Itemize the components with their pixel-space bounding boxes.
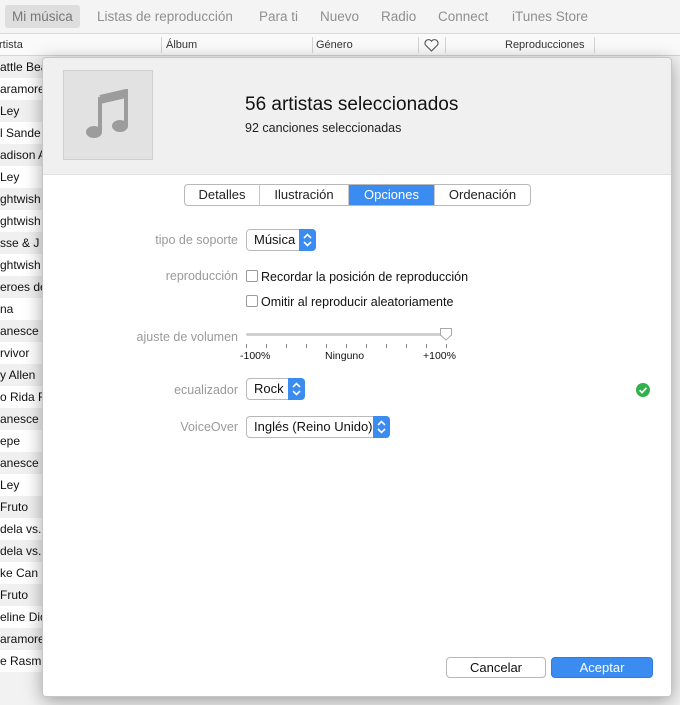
table-row[interactable]: eline Dic [0, 606, 44, 628]
playback-label: reproducción [165, 269, 238, 283]
media-kind-value: Música [254, 232, 296, 247]
volume-tick [446, 344, 447, 348]
column-divider[interactable] [161, 37, 162, 53]
ok-button[interactable]: Aceptar [551, 657, 653, 678]
volume-slider-knob[interactable] [439, 327, 453, 341]
check-circle-icon [636, 383, 650, 397]
volume-tick [346, 344, 347, 348]
column-divider[interactable] [312, 37, 313, 53]
column-divider[interactable] [418, 37, 419, 53]
tab-sorting[interactable]: Ordenación [435, 185, 530, 205]
media-kind-popup[interactable]: Música [246, 229, 316, 251]
equalizer-value: Rock [254, 381, 284, 396]
dialog-body: Detalles Ilustración Opciones Ordenación… [43, 174, 671, 696]
artwork-placeholder[interactable] [63, 70, 153, 160]
nav-playlists[interactable]: Listas de reproducción [90, 5, 240, 28]
chevron-updown-icon [373, 416, 390, 438]
heart-icon[interactable] [424, 38, 439, 52]
volume-tick [286, 344, 287, 348]
dialog-title: 56 artistas seleccionados [245, 94, 459, 115]
volume-tick [366, 344, 367, 348]
voiceover-value: Inglés (Reino Unido) [254, 419, 373, 434]
table-row[interactable]: Ley [0, 474, 44, 496]
table-row[interactable]: Ley [0, 100, 44, 122]
table-row[interactable]: attle Bea [0, 56, 44, 78]
table-row[interactable]: ghtwish [0, 210, 44, 232]
nav-for-you[interactable]: Para ti [252, 5, 305, 28]
get-info-dialog: 56 artistas seleccionados 92 canciones s… [42, 57, 672, 697]
column-album[interactable]: Álbum [166, 34, 197, 56]
remember-position-checkbox[interactable] [246, 270, 258, 282]
table-row[interactable]: anesce [0, 452, 44, 474]
table-row[interactable]: aramore [0, 78, 44, 100]
table-row[interactable]: na [0, 298, 44, 320]
volume-tick [266, 344, 267, 348]
tab-bar: Detalles Ilustración Opciones Ordenación [184, 184, 531, 206]
column-genre[interactable]: Género [316, 34, 353, 56]
table-row[interactable]: o Rida F [0, 386, 44, 408]
volume-tick [326, 344, 327, 348]
table-row[interactable]: aramore [0, 628, 44, 650]
table-row[interactable]: adison A [0, 144, 44, 166]
nav-itunes-store[interactable]: iTunes Store [505, 5, 595, 28]
table-row[interactable]: sse & J [0, 232, 44, 254]
equalizer-label: ecualizador [174, 383, 238, 397]
column-header: rtista Álbum Género Reproducciones [0, 34, 680, 56]
table-row[interactable]: eroes de [0, 276, 44, 298]
voiceover-label: VoiceOver [180, 420, 238, 434]
volume-slider-track[interactable] [246, 333, 446, 336]
table-row[interactable]: dela vs. [0, 540, 44, 562]
top-navigation: Mi música Listas de reproducción Para ti… [0, 0, 680, 34]
skip-shuffle-checkbox[interactable] [246, 295, 258, 307]
chevron-updown-icon [299, 229, 316, 251]
tab-details[interactable]: Detalles [185, 185, 260, 205]
table-row[interactable]: Fruto [0, 496, 44, 518]
column-divider[interactable] [445, 37, 446, 53]
skip-shuffle-label: Omitir al reproducir aleatoriamente [261, 295, 454, 309]
remember-position-option[interactable]: Recordar la posición de reproducción [246, 269, 468, 285]
table-row[interactable]: epe [0, 430, 44, 452]
table-row[interactable]: l Sande [0, 122, 44, 144]
column-plays[interactable]: Reproducciones [505, 34, 585, 56]
volume-tick [406, 344, 407, 348]
dialog-header: 56 artistas seleccionados 92 canciones s… [43, 58, 671, 174]
volume-tick [386, 344, 387, 348]
nav-radio[interactable]: Radio [374, 5, 423, 28]
volume-min-label: -100% [240, 350, 271, 362]
nav-connect[interactable]: Connect [431, 5, 495, 28]
table-row[interactable]: ke Can [0, 562, 44, 584]
table-row[interactable]: Fruto [0, 584, 44, 606]
volume-mid-label: Ninguno [325, 350, 365, 362]
dialog-subtitle: 92 canciones seleccionadas [245, 121, 402, 135]
tab-options[interactable]: Opciones [349, 185, 435, 205]
table-row[interactable]: rvivor [0, 342, 44, 364]
skip-shuffle-option[interactable]: Omitir al reproducir aleatoriamente [246, 294, 453, 310]
column-divider[interactable] [594, 37, 595, 53]
nav-my-music[interactable]: Mi música [5, 5, 80, 28]
column-artist[interactable]: rtista [0, 34, 23, 56]
nav-new[interactable]: Nuevo [313, 5, 366, 28]
volume-tick [306, 344, 307, 348]
cancel-button[interactable]: Cancelar [446, 657, 546, 678]
volume-max-label: +100% [423, 350, 456, 362]
equalizer-popup[interactable]: Rock [246, 378, 305, 400]
table-row[interactable]: ghtwish [0, 254, 44, 276]
chevron-updown-icon [288, 378, 305, 400]
voiceover-popup[interactable]: Inglés (Reino Unido) [246, 416, 390, 438]
artist-list: attle Bea aramore Ley l Sande adison A Ley ght… [0, 56, 44, 705]
volume-adjust-label: ajuste de volumen [136, 330, 238, 344]
table-row[interactable]: Ley [0, 166, 44, 188]
table-row[interactable]: y Allen [0, 364, 44, 386]
table-row[interactable]: e Rasm [0, 650, 44, 672]
volume-tick [426, 344, 427, 348]
table-row[interactable]: anesce [0, 408, 44, 430]
table-row[interactable]: dela vs. [0, 518, 44, 540]
music-note-icon [86, 89, 128, 138]
table-row[interactable]: anesce [0, 320, 44, 342]
volume-tick [246, 344, 247, 348]
tab-artwork[interactable]: Ilustración [260, 185, 349, 205]
media-kind-label: tipo de soporte [155, 233, 238, 247]
table-row[interactable]: ghtwish [0, 188, 44, 210]
remember-position-label: Recordar la posición de reproducción [261, 270, 469, 284]
